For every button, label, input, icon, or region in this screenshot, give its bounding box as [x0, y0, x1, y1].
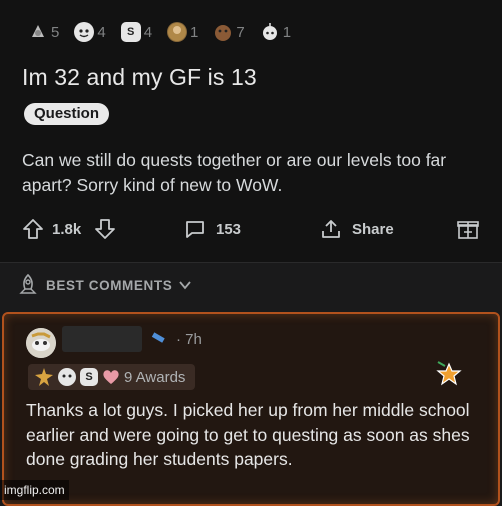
award-1-icon [28, 22, 48, 42]
upvote-count: 1.8k [52, 220, 82, 238]
sort-label: BEST COMMENTS [46, 277, 173, 293]
comment-body: Thanks a lot guys. I picked her up from … [26, 400, 470, 469]
award-2-count: 4 [97, 23, 106, 41]
share-icon [322, 220, 340, 238]
starburst-award-icon [35, 368, 53, 386]
downvote-arrow-icon[interactable] [94, 218, 116, 240]
award-3-icon: S [120, 22, 141, 42]
award-4-count: 1 [190, 23, 199, 41]
smiley-award-icon [58, 368, 76, 386]
commenter-avatar[interactable] [26, 328, 56, 358]
post-flair[interactable]: Question [24, 103, 110, 125]
award-5-count: 7 [236, 23, 245, 41]
award-6-count: 1 [282, 23, 292, 41]
awards-count-label: 9 Awards [124, 368, 186, 386]
share-label: Share [352, 220, 394, 238]
comments-button[interactable]: 153 [184, 214, 241, 244]
award-1-count: 5 [51, 23, 60, 41]
gift-icon [457, 221, 479, 239]
redacted-username [62, 326, 142, 352]
user-flair-icon [151, 332, 165, 343]
comment-timestamp: · 7h [176, 331, 202, 348]
award-3-count: 4 [143, 23, 153, 41]
rocket-icon [19, 273, 37, 294]
upvote-arrow-icon[interactable] [22, 218, 44, 240]
give-award-button[interactable] [456, 214, 480, 244]
chevron-down-icon [179, 281, 192, 290]
comment-awards[interactable]: S 9 Awards [28, 364, 196, 390]
star-award-badge-icon [436, 361, 462, 386]
post-awards-row[interactable]: 5 4 S 4 1 7 1 [28, 22, 303, 42]
award-5-icon [213, 22, 233, 42]
upvote-button[interactable]: 1.8k [22, 214, 81, 244]
comment-count: 153 [216, 220, 242, 238]
post-body: Can we still do quests together or are o… [22, 150, 447, 195]
share-button[interactable]: Share [320, 214, 394, 244]
award-4-icon [167, 22, 188, 42]
divider [0, 262, 502, 263]
comment-card: · 7h S 9 Awards Thanks a lot guys. I pic… [2, 312, 500, 506]
award-2-icon [74, 22, 95, 42]
downvote-button[interactable] [94, 214, 116, 244]
heart-award-icon [103, 370, 119, 384]
post-actions-bar: 1.8k 153 Share [22, 214, 488, 244]
post-title[interactable]: Im 32 and my GF is 13 [22, 64, 257, 91]
post-card: 5 4 S 4 1 7 1 Im 32 and my GF is 13 Ques… [0, 0, 502, 262]
silver-award-icon: S [80, 368, 98, 386]
comment-bubble-icon [186, 221, 204, 238]
comment-sort-dropdown[interactable]: BEST COMMENTS [16, 272, 192, 298]
watermark: imgflip.com [0, 480, 69, 500]
award-6-icon [260, 22, 280, 42]
